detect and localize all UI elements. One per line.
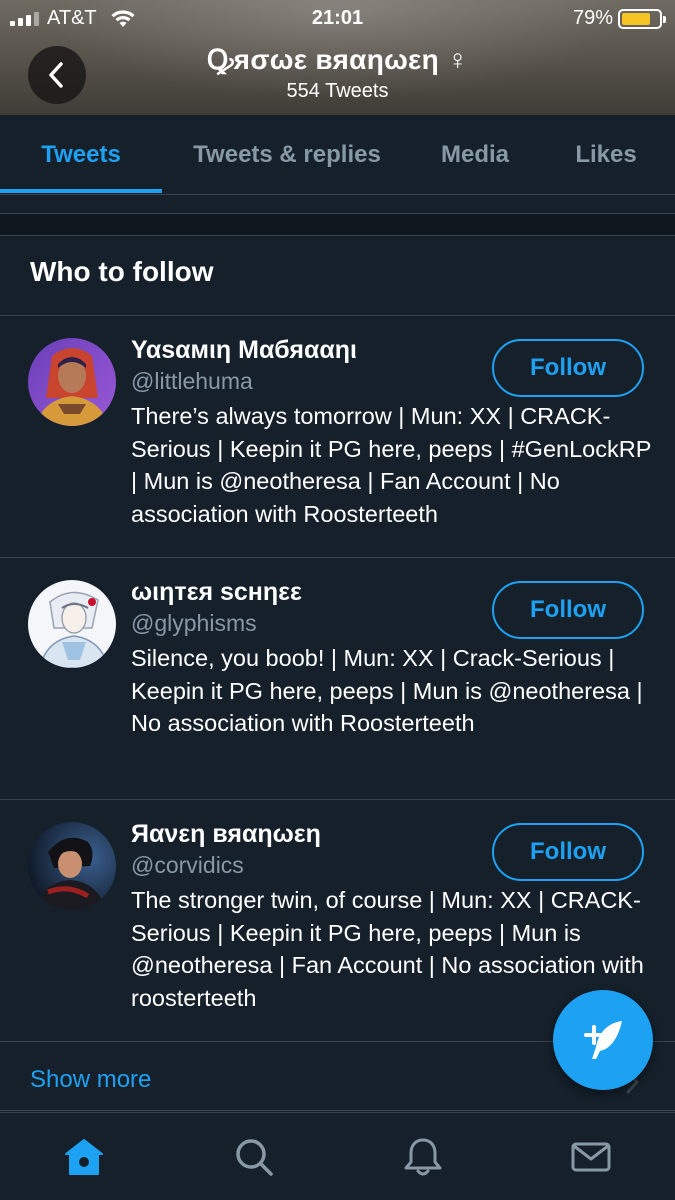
profile-name: Ꝙяσωε вяαηωεη ♀ xyxy=(206,44,469,75)
avatar[interactable] xyxy=(28,822,116,910)
divider xyxy=(0,1110,675,1111)
home-icon xyxy=(65,1139,103,1175)
tab-media[interactable]: Media xyxy=(420,115,530,195)
nav-home[interactable] xyxy=(62,1135,106,1179)
user-bio: There’s always tomorrow | Mun: XX | CRAC… xyxy=(131,403,651,527)
follow-button[interactable]: Follow xyxy=(492,581,644,639)
bottom-navigation xyxy=(0,1112,675,1200)
user-bio: Silence, you boob! | Mun: XX | Crack-Ser… xyxy=(131,645,643,736)
section-gap xyxy=(0,214,675,236)
user-display-name[interactable]: Υαsαмιη Μαбяααηι xyxy=(131,336,357,365)
search-icon xyxy=(236,1139,273,1176)
user-bio: The stronger twin, of course | Mun: XX |… xyxy=(131,887,644,1011)
battery-percent: 79% xyxy=(572,7,613,29)
follow-suggestion-card[interactable]: ωιηтεя ѕcнηεε @glyphisms Silence, you bo… xyxy=(0,558,675,800)
profile-tabs: Tweets Tweets & replies Media Likes xyxy=(0,115,675,195)
battery-icon xyxy=(618,9,666,29)
nav-messages[interactable] xyxy=(569,1135,613,1179)
follow-suggestion-card[interactable]: Υαsαмιη Μαбяααηι @littlehuma There’s alw… xyxy=(0,316,675,558)
tab-tweets[interactable]: Tweets xyxy=(0,115,162,195)
bell-icon xyxy=(404,1138,442,1176)
follow-button[interactable]: Follow xyxy=(492,339,644,397)
status-bar: AT&T 21:01 79% xyxy=(0,0,675,38)
show-more-link[interactable]: Show more xyxy=(30,1066,151,1094)
user-handle: @littlehuma xyxy=(131,368,253,394)
tweet-count: 554 Tweets xyxy=(286,80,389,102)
user-display-name[interactable]: Яανεη вяαηωεη xyxy=(131,820,321,849)
who-to-follow-title: Who to follow xyxy=(30,256,214,287)
battery-level-fill xyxy=(622,13,650,25)
follow-button[interactable]: Follow xyxy=(492,823,644,881)
profile-header: AT&T 21:01 79% Ꝙяσωε вяαηωεη ♀ 554 Tweet… xyxy=(0,0,675,115)
user-handle: @glyphisms xyxy=(131,610,257,636)
nav-notifications[interactable] xyxy=(401,1135,445,1179)
profile-title-block: Ꝙяσωε вяαηωεη ♀ 554 Tweets xyxy=(0,40,675,103)
tab-likes[interactable]: Likes xyxy=(555,115,657,195)
user-handle: @corvidics xyxy=(131,852,244,878)
nav-search[interactable] xyxy=(232,1135,276,1179)
active-tab-indicator xyxy=(0,189,162,193)
user-display-name[interactable]: ωιηтεя ѕcнηεε xyxy=(131,578,302,607)
divider xyxy=(0,235,675,236)
mail-icon xyxy=(571,1142,611,1172)
avatar[interactable] xyxy=(28,338,116,426)
compose-tweet-icon xyxy=(584,1021,622,1059)
compose-tweet-button[interactable] xyxy=(553,990,653,1090)
tab-tweets-and-replies[interactable]: Tweets & replies xyxy=(172,115,402,195)
avatar[interactable] xyxy=(28,580,116,668)
